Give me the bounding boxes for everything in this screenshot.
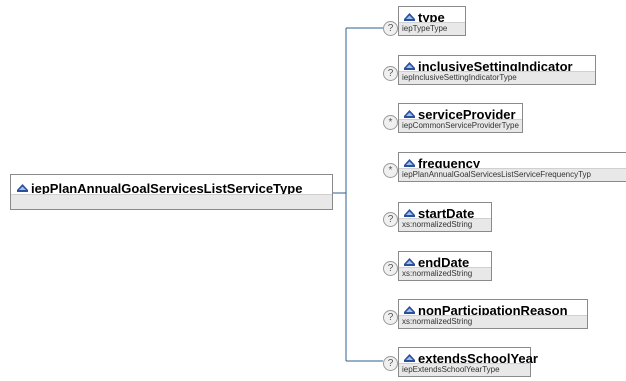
child-element-startDate[interactable]: startDate xs:normalizedString — [398, 202, 492, 232]
element-type-label: iepCommonServiceProviderType — [402, 121, 519, 130]
child-element-nonParticipationReason[interactable]: nonParticipationReason xs:normalizedStri… — [398, 299, 588, 329]
element-icon — [404, 110, 415, 118]
child-element-inclusiveSettingIndicator[interactable]: inclusiveSettingIndicator iepInclusiveSe… — [398, 55, 596, 85]
element-icon — [404, 62, 415, 70]
child-element-extendsSchoolYear[interactable]: extendsSchoolYear iepExtendsSchoolYearTy… — [398, 347, 538, 377]
element-type-label: xs:normalizedString — [402, 317, 473, 326]
element-type-label: xs:normalizedString — [402, 269, 473, 278]
root-type-strip — [11, 194, 332, 209]
occurrence-badge: ? — [383, 310, 398, 325]
occurrence-badge: ? — [383, 212, 398, 227]
element-icon — [17, 184, 28, 192]
occurrence-badge: ? — [383, 66, 398, 81]
element-type-label: iepTypeType — [402, 24, 448, 33]
occurrence-badge: ? — [383, 356, 398, 371]
occurrence-badge: * — [383, 115, 398, 130]
element-type-label: iepInclusiveSettingIndicatorType — [402, 73, 517, 82]
child-element-frequency[interactable]: frequency iepPlanAnnualGoalServicesListS… — [398, 152, 626, 182]
occurrence-badge: * — [383, 163, 398, 178]
element-icon — [404, 354, 415, 362]
element-icon — [404, 13, 415, 21]
element-type-label: xs:normalizedString — [402, 220, 473, 229]
element-icon — [404, 209, 415, 217]
occurrence-badge: ? — [383, 261, 398, 276]
occurrence-badge: ? — [383, 21, 398, 36]
element-icon — [404, 306, 415, 314]
element-icon — [404, 159, 415, 167]
child-element-type[interactable]: type iepTypeType — [398, 6, 466, 36]
child-element-endDate[interactable]: endDate xs:normalizedString — [398, 251, 492, 281]
element-type-label: iepExtendsSchoolYearType — [402, 365, 500, 374]
element-type-label: iepPlanAnnualGoalServicesListServiceFreq… — [402, 170, 591, 179]
child-element-serviceProvider[interactable]: serviceProvider iepCommonServiceProvider… — [398, 103, 523, 133]
element-icon — [404, 258, 415, 266]
root-element-box[interactable]: iepPlanAnnualGoalServicesListServiceType — [10, 174, 333, 210]
